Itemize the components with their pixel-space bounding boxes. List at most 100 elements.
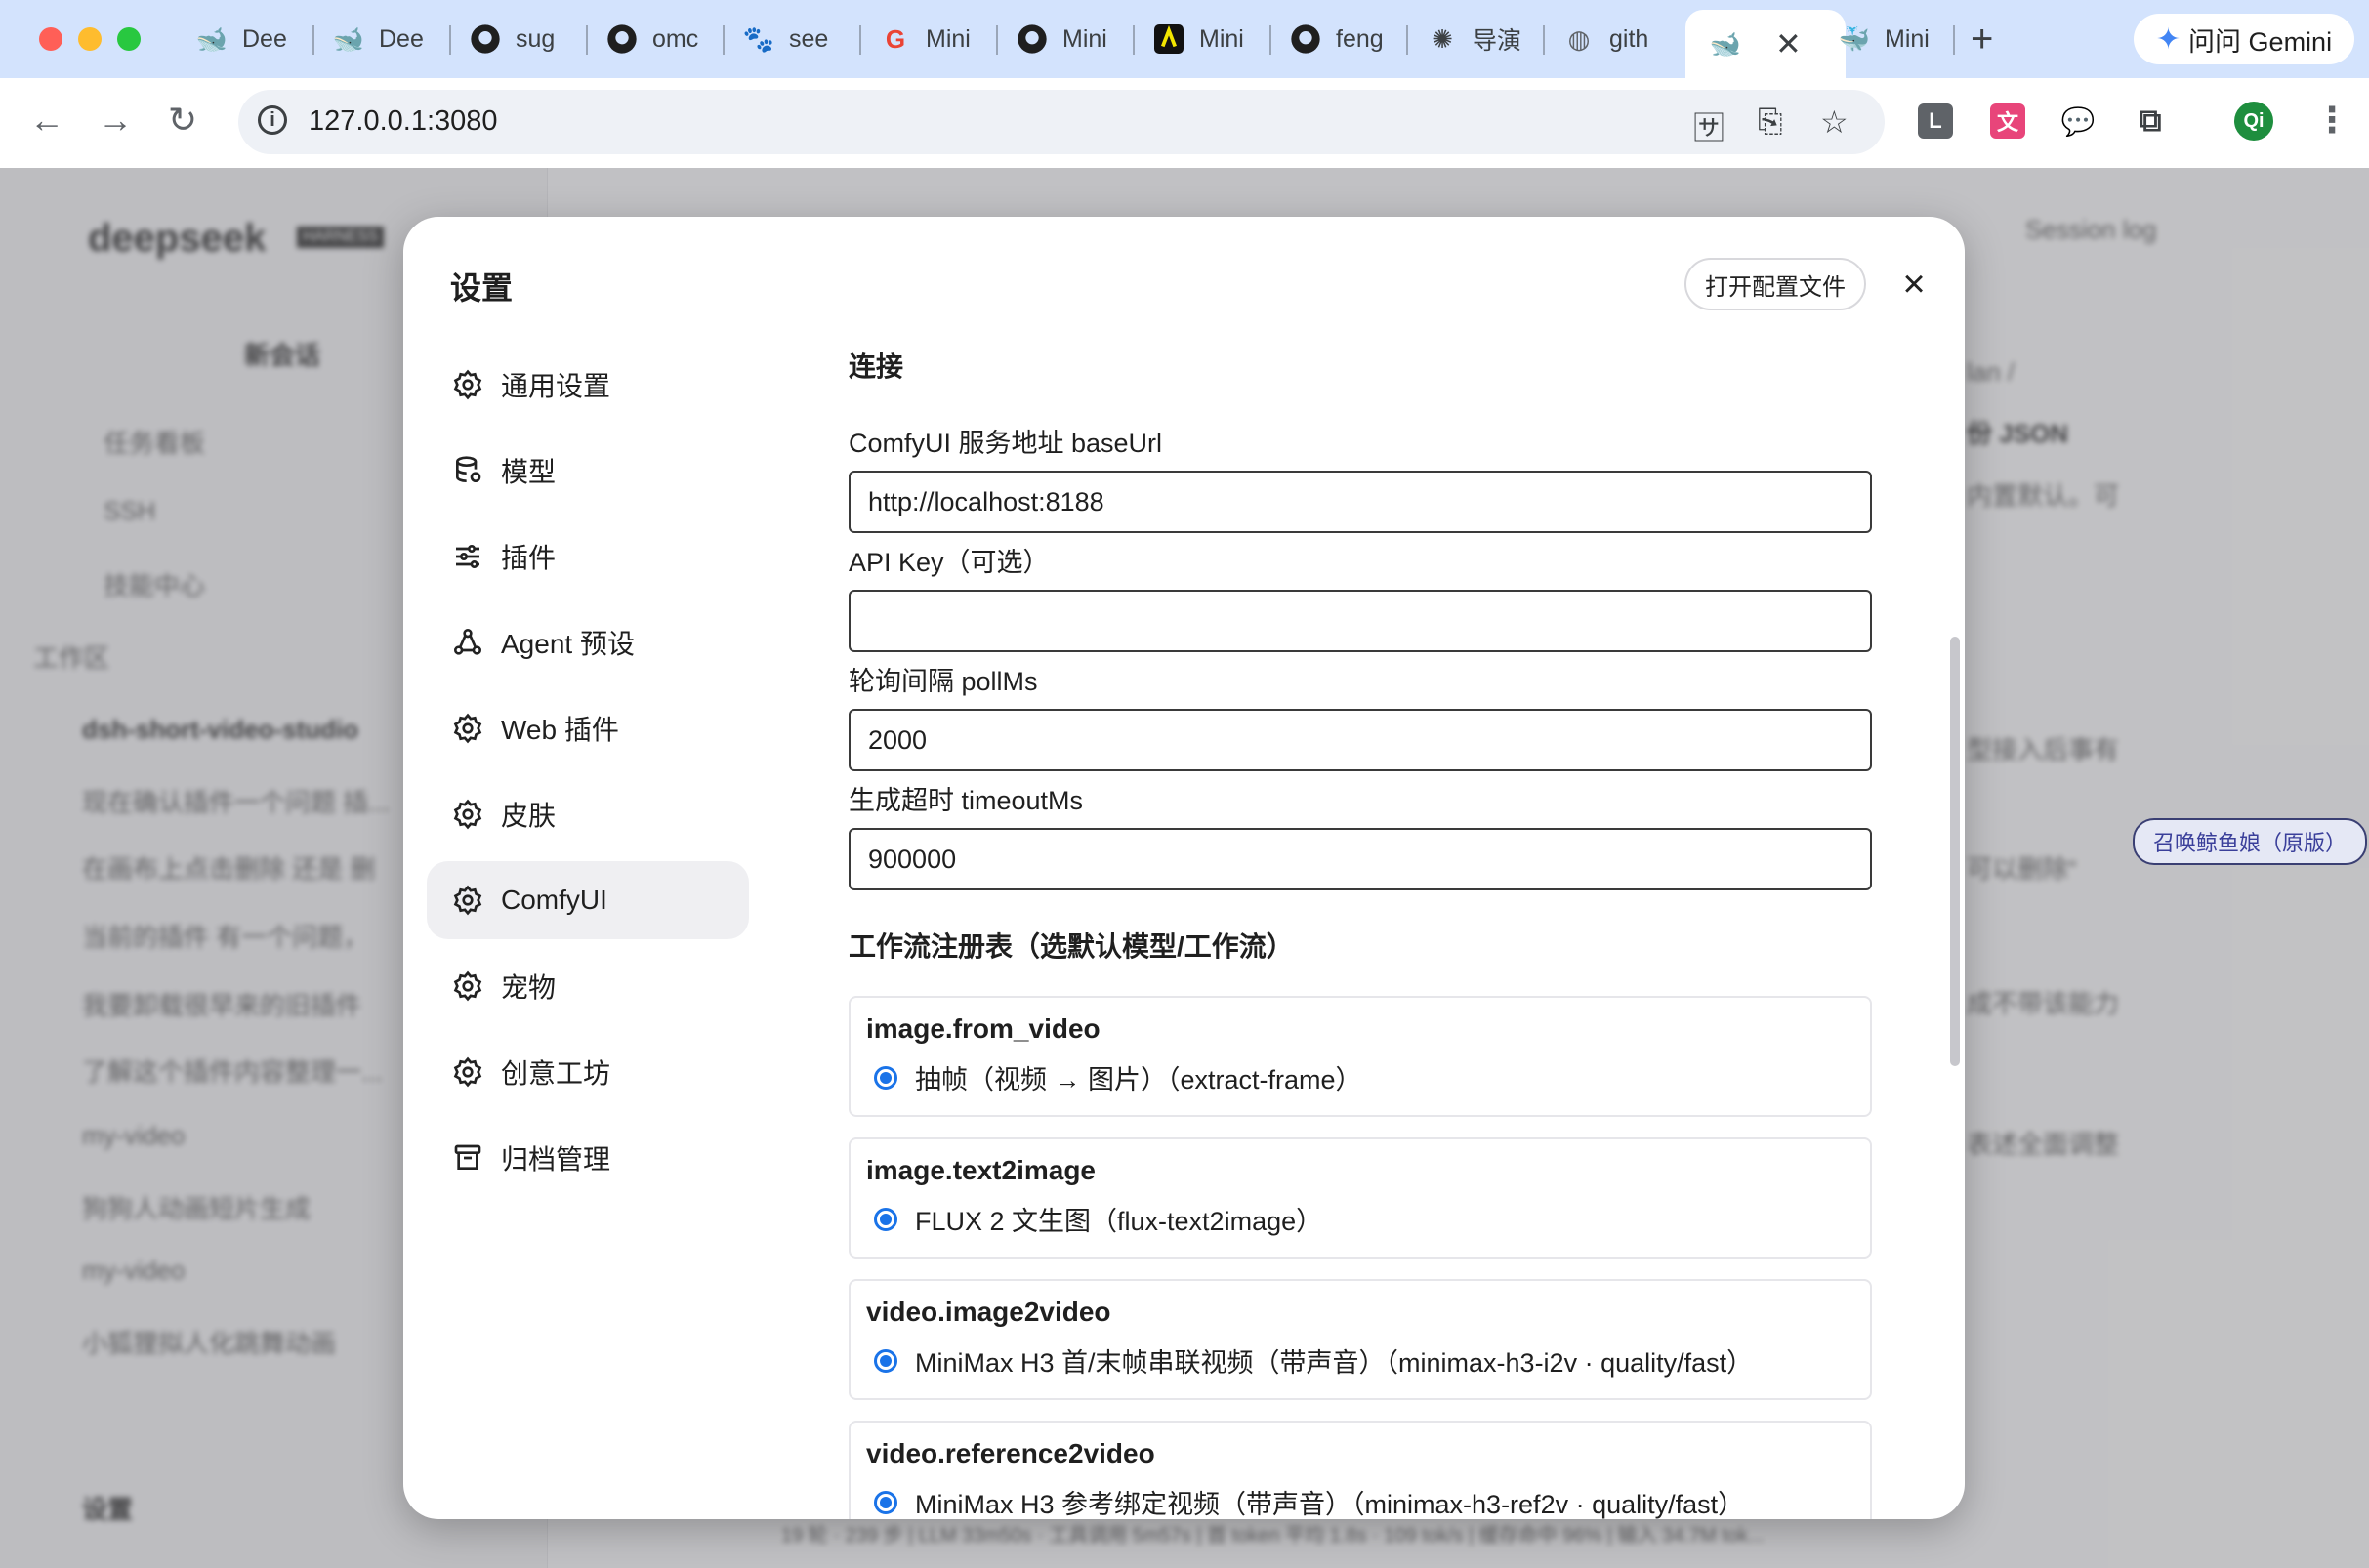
browser-tab-bar: 🐋 Dee 🐋 Dee sug omc 🐾 see G Mini Mini Mini f… bbox=[0, 0, 2369, 78]
gear-icon bbox=[450, 797, 485, 832]
site-info-icon[interactable]: i bbox=[258, 105, 287, 135]
browser-tab[interactable]: Mini bbox=[1152, 14, 1260, 64]
bookmark-star-icon[interactable]: ☆ bbox=[1820, 103, 1849, 141]
workflow-card: video.image2video MiniMax H3 首/末帧串联视频（带声… bbox=[849, 1279, 1872, 1400]
workflow-card: image.from_video 抽帧（视频 → 图片）（extract-fra… bbox=[849, 996, 1872, 1117]
modal-title: 设置 bbox=[450, 270, 514, 306]
deepseek-icon: 🐋 bbox=[332, 23, 365, 54]
ask-gemini-button[interactable]: ✦ 问问 Gemini bbox=[2134, 14, 2354, 64]
workflow-key: video.reference2video bbox=[866, 1438, 1155, 1468]
workflow-card: image.text2image FLUX 2 文生图（flux-text2im… bbox=[849, 1137, 1872, 1259]
gear-icon bbox=[450, 969, 485, 1004]
workflow-key: image.from_video bbox=[866, 1013, 1101, 1044]
browser-tab[interactable]: omc bbox=[605, 14, 713, 64]
archive-icon bbox=[450, 1140, 485, 1176]
extension-chat-icon[interactable]: 💬 bbox=[2060, 103, 2096, 139]
reload-icon[interactable]: ↻ bbox=[168, 100, 197, 141]
gear-icon bbox=[450, 883, 485, 918]
browser-tab[interactable]: G Mini bbox=[879, 14, 986, 64]
close-tab-icon[interactable]: ✕ bbox=[1775, 25, 1802, 62]
gear-icon bbox=[450, 1054, 485, 1090]
install-app-icon[interactable]: ⎘ bbox=[1758, 103, 1783, 141]
browser-tab[interactable]: 🐋 Dee bbox=[195, 14, 303, 64]
nav-item-model[interactable]: 模型 bbox=[427, 432, 749, 510]
github-icon bbox=[1289, 22, 1322, 56]
section-title-workflow: 工作流注册表（选默认模型/工作流） bbox=[849, 931, 1294, 962]
field-label-baseurl: ComfyUI 服务地址 baseUrl bbox=[849, 429, 1163, 458]
workflow-option[interactable]: FLUX 2 文生图（flux-text2image） bbox=[874, 1200, 1322, 1238]
extension-l-icon[interactable]: L bbox=[1918, 103, 1953, 139]
nav-item-archive[interactable]: 归档管理 bbox=[427, 1119, 749, 1197]
settings-modal: 设置 打开配置文件 × 通用设置 模型 插件 Agent 预设 Web 插件 皮… bbox=[403, 217, 1965, 1519]
translate-icon[interactable]: 🈂 bbox=[1693, 103, 1725, 148]
nav-item-pet[interactable]: 宠物 bbox=[427, 947, 749, 1025]
url-text[interactable]: 127.0.0.1:3080 bbox=[309, 105, 498, 138]
browser-tab[interactable]: 🐳 Mini bbox=[1838, 14, 1955, 64]
nav-item-web-plugin[interactable]: Web 插件 bbox=[427, 689, 749, 767]
address-bar[interactable]: i 127.0.0.1:3080 🈂 ⎘ ☆ bbox=[238, 90, 1885, 154]
settings-content: 连接 ComfyUI 服务地址 baseUrl API Key（可选） 轮询间隔… bbox=[849, 344, 1874, 1519]
browser-tab-active[interactable]: 🐋 ✕ bbox=[1685, 10, 1846, 78]
browser-tab[interactable]: ✺ 导演 bbox=[1426, 14, 1533, 64]
baseurl-input[interactable] bbox=[849, 471, 1872, 533]
window-minimize-button[interactable] bbox=[78, 27, 102, 51]
profile-avatar[interactable]: Qi bbox=[2234, 102, 2273, 141]
browser-tab[interactable]: 🐾 see bbox=[742, 14, 850, 64]
extensions-puzzle-icon[interactable]: ⧉ bbox=[2133, 103, 2168, 139]
nav-item-agent-preset[interactable]: Agent 预设 bbox=[427, 603, 749, 681]
close-icon: × bbox=[1902, 263, 1926, 306]
nav-item-general[interactable]: 通用设置 bbox=[427, 346, 749, 424]
minimax-icon bbox=[1152, 22, 1185, 56]
timeout-ms-input[interactable] bbox=[849, 828, 1872, 890]
back-icon[interactable]: ← bbox=[29, 100, 64, 141]
radio-selected-icon[interactable] bbox=[874, 1348, 897, 1373]
extension-translate-icon[interactable]: 文 bbox=[1990, 103, 2025, 139]
nav-item-plugins[interactable]: 插件 bbox=[427, 517, 749, 596]
field-label-timeout-ms: 生成超时 timeoutMs bbox=[849, 786, 1084, 815]
browser-tab[interactable]: ◍ gith bbox=[1562, 14, 1670, 64]
scrollbar-thumb[interactable] bbox=[1950, 637, 1960, 1066]
field-label-poll-ms: 轮询间隔 pollMs bbox=[849, 667, 1038, 696]
browser-tab[interactable]: Mini bbox=[1016, 14, 1123, 64]
settings-nav: 通用设置 模型 插件 Agent 预设 Web 插件 皮肤 ComfyUI 宠物… bbox=[427, 346, 749, 1205]
browser-tab[interactable]: 🐋 Dee bbox=[332, 14, 439, 64]
gear-icon bbox=[450, 711, 485, 746]
github-icon bbox=[469, 22, 502, 56]
agent-icon: 🐳 bbox=[1838, 23, 1871, 54]
poll-ms-input[interactable] bbox=[849, 709, 1872, 771]
summon-pet-badge[interactable]: 召唤鲸鱼娘（原版） bbox=[2133, 818, 2367, 865]
workflow-option[interactable]: MiniMax H3 参考绑定视频（带声音）（minimax-h3-ref2v … bbox=[874, 1483, 1744, 1519]
section-title-connection: 连接 bbox=[849, 351, 904, 382]
nav-item-workshop[interactable]: 创意工坊 bbox=[427, 1033, 749, 1111]
workflow-option[interactable]: MiniMax H3 首/末帧串联视频（带声音）（minimax-h3-i2v … bbox=[874, 1341, 1753, 1380]
open-config-file-button[interactable]: 打开配置文件 bbox=[1684, 258, 1866, 310]
github-icon bbox=[605, 22, 639, 56]
agent-preset-icon bbox=[450, 625, 485, 660]
browser-tab[interactable]: sug bbox=[469, 14, 576, 64]
github-icon bbox=[1016, 22, 1049, 56]
window-zoom-button[interactable] bbox=[117, 27, 141, 51]
api-key-input[interactable] bbox=[849, 590, 1872, 652]
workflow-option[interactable]: 抽帧（视频 → 图片）（extract-frame） bbox=[874, 1058, 1362, 1096]
forward-icon[interactable]: → bbox=[98, 100, 133, 141]
nav-item-comfyui[interactable]: ComfyUI bbox=[427, 861, 749, 939]
browser-tab[interactable]: feng bbox=[1289, 14, 1396, 64]
nav-item-skin[interactable]: 皮肤 bbox=[427, 775, 749, 853]
radio-selected-icon[interactable] bbox=[874, 1490, 897, 1514]
radio-selected-icon[interactable] bbox=[874, 1065, 897, 1090]
more-menu-icon[interactable]: ⋮ bbox=[2314, 100, 2349, 141]
workflow-key: image.text2image bbox=[866, 1155, 1096, 1185]
close-modal-button[interactable]: × bbox=[1891, 262, 1936, 307]
baidu-icon: 🐾 bbox=[742, 23, 775, 54]
globe-icon: ◍ bbox=[1567, 23, 1591, 54]
deepseek-icon: 🐋 bbox=[1709, 28, 1742, 59]
workflow-key: video.image2video bbox=[866, 1297, 1111, 1327]
google-icon: G bbox=[885, 23, 906, 54]
new-tab-button[interactable]: + bbox=[1971, 18, 1993, 62]
radio-selected-icon[interactable] bbox=[874, 1207, 897, 1231]
window-close-button[interactable] bbox=[39, 27, 62, 51]
content-scrollbar[interactable] bbox=[1950, 412, 1960, 1261]
openai-icon: ✺ bbox=[1432, 23, 1453, 54]
gemini-icon: ✦ bbox=[2155, 22, 2182, 56]
sliders-icon bbox=[450, 539, 485, 574]
